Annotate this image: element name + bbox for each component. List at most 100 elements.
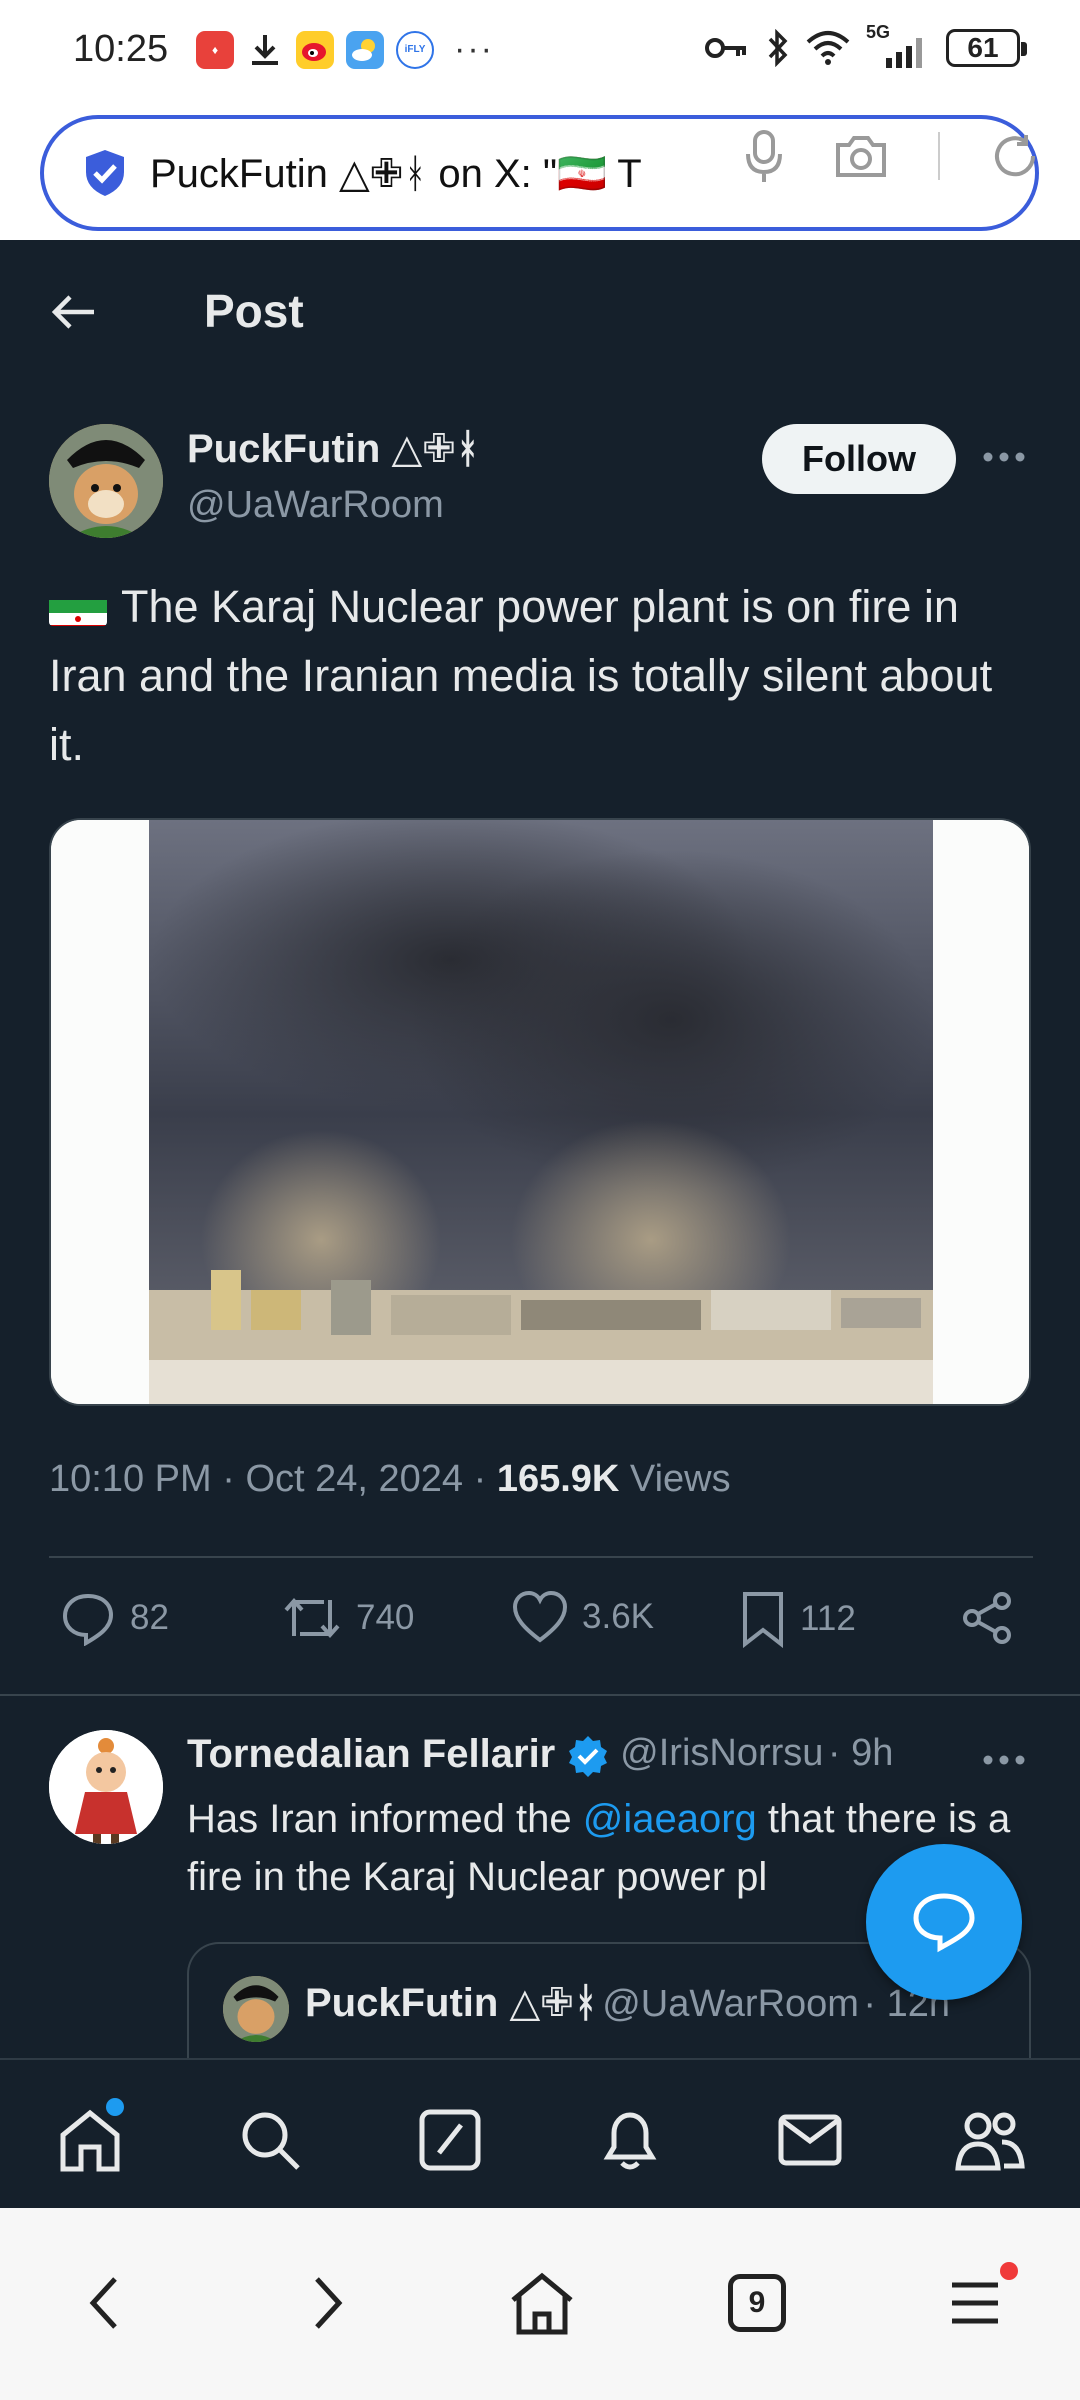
shield-check-icon <box>86 150 124 196</box>
verified-badge-icon <box>568 1736 607 1777</box>
camera-icon[interactable] <box>834 133 888 179</box>
author-name[interactable]: PuckFutin △✙ᚼ <box>187 426 480 472</box>
repost-button[interactable]: 740 <box>282 1590 414 1646</box>
ifly-icon: iFLY <box>396 30 434 69</box>
views-label: Views <box>629 1458 731 1500</box>
post-text: The Karaj Nuclear power plant is on fire… <box>49 581 993 770</box>
refresh-icon[interactable] <box>990 131 1040 181</box>
menu-icon <box>952 2282 998 2324</box>
address-bar-actions <box>744 128 1040 184</box>
notification-dot <box>1000 2262 1018 2280</box>
nav-messages[interactable] <box>770 2100 850 2180</box>
browser-tabs-button[interactable]: 9 <box>712 2258 802 2348</box>
chevron-right-icon <box>315 2277 343 2329</box>
reply-author-handle[interactable]: @IrisNorrsu <box>620 1732 823 1775</box>
mention-link[interactable]: @iaeaorg <box>583 1797 757 1841</box>
share-icon <box>963 1592 1011 1644</box>
meta-separator: · <box>827 1732 852 1774</box>
post-header: Post <box>0 240 1080 385</box>
status-time: 10:25 <box>73 28 169 70</box>
microphone-icon[interactable] <box>744 128 784 184</box>
nav-home[interactable] <box>50 2098 130 2180</box>
heart-icon <box>512 1590 568 1643</box>
browser-home-button[interactable] <box>497 2258 587 2348</box>
nav-notifications[interactable] <box>590 2100 670 2180</box>
reply-count: 82 <box>130 1598 169 1637</box>
weibo-icon <box>296 30 334 69</box>
meta-separator: · <box>222 1458 246 1500</box>
reply-header: Tornedalian Fellarir @IrisNorrsu · 9h <box>187 1732 1007 1788</box>
grok-icon <box>419 2109 481 2171</box>
bookmark-icon <box>743 1592 783 1648</box>
chevron-left-icon <box>89 2277 117 2329</box>
tab-count-badge: 9 <box>728 2274 786 2332</box>
reply-age[interactable]: 9h <box>851 1732 893 1774</box>
browser-back-button[interactable] <box>60 2258 150 2348</box>
quote-author-name: PuckFutin △✙ᚼ <box>305 1981 598 2025</box>
nav-grok[interactable] <box>410 2100 490 2180</box>
cellular-signal-icon: 5G <box>866 22 930 68</box>
divider <box>0 1694 1080 1696</box>
author-avatar[interactable] <box>49 424 163 538</box>
compose-reply-button[interactable] <box>866 1844 1022 2000</box>
bookmark-count: 112 <box>800 1599 856 1638</box>
post-date[interactable]: Oct 24, 2024 <box>245 1458 463 1500</box>
browser-menu-button[interactable] <box>930 2258 1020 2348</box>
page-title: Post <box>204 285 304 337</box>
status-bar: 10:25 ♦ iFLY ··· 5G 61 <box>0 0 1080 100</box>
post-metadata: 10:10 PM · Oct 24, 2024 · 165.9K Views <box>49 1458 731 1501</box>
notification-dot <box>106 2098 124 2116</box>
meta-separator: · <box>863 1983 887 2025</box>
home-icon <box>511 2272 573 2335</box>
more-notifications-icon: ··· <box>454 30 494 68</box>
quote-author-avatar <box>223 1976 289 2042</box>
browser-toolbar: 9 <box>0 2208 1080 2400</box>
notification-icons: ♦ iFLY ··· <box>196 30 494 69</box>
bottom-navigation <box>0 2058 1080 2208</box>
follow-button[interactable]: Follow <box>762 424 956 494</box>
post-time[interactable]: 10:10 PM <box>49 1458 212 1500</box>
address-bar-separator <box>938 132 940 180</box>
wifi-icon <box>806 31 850 65</box>
bluetooth-icon <box>768 29 788 67</box>
weather-icon <box>346 30 384 69</box>
mail-icon <box>778 2114 842 2166</box>
reply-text-before: Has Iran informed the <box>187 1797 583 1841</box>
url-text[interactable]: PuckFutin △✙ᚼ on X: "🇮🇷 T <box>150 150 690 197</box>
post-actions-bar: 82 740 3.6K 112 <box>60 1590 1020 1660</box>
post-text-block: The Karaj Nuclear power plant is on fire… <box>49 572 1039 779</box>
reply-more-options-icon[interactable] <box>982 1748 1026 1772</box>
nav-communities[interactable] <box>950 2100 1030 2180</box>
author-handle[interactable]: @UaWarRoom <box>187 484 444 527</box>
views-count: 165.9K <box>496 1458 620 1500</box>
bookmark-button[interactable]: 112 <box>740 1590 856 1648</box>
bell-icon <box>603 2112 657 2170</box>
back-arrow-icon[interactable] <box>50 288 98 336</box>
like-button[interactable]: 3.6K <box>512 1590 654 1644</box>
repost-icon <box>284 1597 340 1639</box>
reply-author-avatar[interactable] <box>49 1730 163 1844</box>
browser-address-bar: PuckFutin △✙ᚼ on X: "🇮🇷 T <box>0 100 1080 240</box>
browser-forward-button[interactable] <box>282 2258 372 2348</box>
repost-count: 740 <box>356 1598 415 1637</box>
people-icon <box>955 2112 1025 2171</box>
meta-separator: · <box>473 1458 497 1500</box>
quote-author-handle: @UaWarRoom <box>602 1983 859 2025</box>
iran-flag-icon <box>49 588 107 626</box>
like-count: 3.6K <box>582 1597 654 1636</box>
reply-icon <box>62 1593 114 1646</box>
divider <box>49 1556 1033 1558</box>
post-video[interactable] <box>49 818 1031 1406</box>
tab-count: 9 <box>748 2286 766 2319</box>
share-button[interactable] <box>960 1590 1016 1646</box>
system-icons: 5G 61 <box>704 22 1027 68</box>
more-options-icon[interactable] <box>982 445 1026 469</box>
chat-bubble-plus-icon <box>913 1893 975 1953</box>
nav-search[interactable] <box>230 2100 310 2180</box>
reply-button[interactable]: 82 <box>60 1590 169 1646</box>
search-icon <box>242 2112 300 2170</box>
battery-indicator: 61 <box>946 29 1027 67</box>
reply-author-name[interactable]: Tornedalian Fellarir <box>187 1732 555 1777</box>
download-icon <box>246 31 284 69</box>
vpn-key-icon <box>705 38 746 58</box>
